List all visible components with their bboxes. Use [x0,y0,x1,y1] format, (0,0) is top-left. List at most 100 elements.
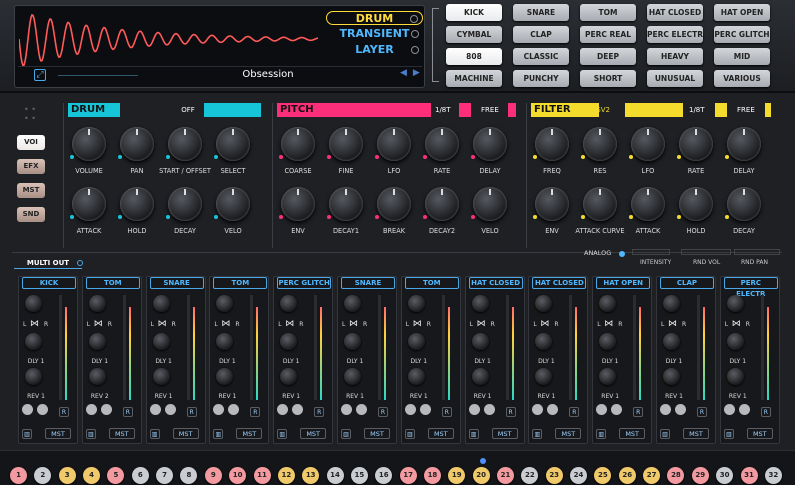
channel-pan-knob[interactable] [535,333,553,350]
mute-button[interactable] [85,404,97,415]
mst-output[interactable]: MST [746,428,773,439]
mute-button[interactable] [213,404,225,415]
mst-output[interactable]: MST [108,428,135,439]
channel-pan-knob[interactable] [663,333,680,350]
channel-pan-knob[interactable] [344,333,361,350]
channel-name[interactable]: HAT CLOSED [532,277,587,289]
pad-15[interactable]: 15 [350,467,368,484]
solo-button[interactable] [100,404,112,415]
meter-icon[interactable]: ▥ [277,429,288,439]
pad-12[interactable]: 12 [277,467,295,484]
mute-button[interactable] [596,404,608,415]
solo-button[interactable] [356,404,367,415]
channel-delay-knob[interactable] [152,368,170,385]
solo-button[interactable] [611,404,623,415]
pad-6[interactable]: 6 [131,467,149,484]
solo-button[interactable] [164,404,176,415]
r-button[interactable]: R [59,407,69,417]
solo-button[interactable] [483,404,495,415]
channel-delay-knob[interactable] [407,368,425,385]
meter-icon[interactable]: ▥ [341,429,351,439]
channel-volume-knob[interactable] [535,295,553,312]
solo-button[interactable] [292,404,304,415]
channel-volume-knob[interactable] [88,295,106,312]
category-classic[interactable]: CLASSIC [513,48,569,65]
mute-button[interactable] [532,404,544,415]
pad-29[interactable]: 29 [691,467,709,484]
sidebar-efx[interactable]: EFX [17,159,45,174]
pad-30[interactable]: 30 [716,467,734,484]
mute-button[interactable] [149,404,161,415]
pad-20[interactable]: 20 [472,467,490,484]
category-808[interactable]: 808 [446,48,502,65]
meter-icon[interactable]: ▥ [596,429,607,439]
channel-delay-knob[interactable] [535,368,553,385]
channel-delay-knob[interactable] [471,368,489,385]
channel-pan-knob[interactable] [88,333,106,350]
wave-scroll[interactable] [58,75,138,76]
channel-pan-knob[interactable] [407,333,425,350]
mute-button[interactable] [404,404,416,415]
channel-delay-knob[interactable] [344,368,361,385]
layer-radio-icon[interactable] [411,30,419,38]
mst-output[interactable]: MST [555,428,582,439]
pad-4[interactable]: 4 [83,467,101,484]
channel-name[interactable]: HAT OPEN [596,277,651,289]
filter-type[interactable]: LPF.SV2 [583,103,623,117]
pad-3[interactable]: 3 [58,467,76,484]
rnd-vol-slider[interactable] [681,249,731,255]
category-kick[interactable]: KICK [446,4,502,21]
pitch-free-toggle[interactable]: FREE [481,103,507,117]
channel-delay-knob[interactable] [25,368,42,385]
channel-pan-knob[interactable] [25,333,42,350]
channel-name[interactable]: TOM [85,277,140,289]
pad-1[interactable]: 1 [10,467,27,484]
expand-icon[interactable]: ⤢ [34,69,46,81]
pad-23[interactable]: 23 [545,467,563,484]
channel-fader[interactable] [441,295,445,400]
r-button[interactable]: R [186,407,197,417]
category-perc-glitch[interactable]: PERC GLITCH [714,26,770,43]
category-tom[interactable]: TOM [580,4,636,21]
mst-output[interactable]: MST [172,428,199,439]
channel-fader[interactable] [505,295,509,400]
channel-name[interactable]: PERC GLITCH [277,277,332,289]
mst-output[interactable]: MST [45,428,71,439]
channel-fader[interactable] [697,295,700,400]
category-various[interactable]: VARIOUS [714,70,770,87]
solo-button[interactable] [419,404,431,415]
channel-volume-knob[interactable] [280,295,298,312]
pad-26[interactable]: 26 [618,467,636,484]
channel-pan-knob[interactable] [726,333,744,350]
channel-volume-knob[interactable] [471,295,489,312]
channel-volume-knob[interactable] [216,295,234,312]
drum-off-toggle[interactable]: OFF [176,103,200,117]
channel-volume-knob[interactable] [599,295,617,312]
meter-icon[interactable]: ▥ [468,429,479,439]
category-perc-electr[interactable]: PERC ELECTR [647,26,703,43]
multi-out-led-icon[interactable] [77,260,83,266]
channel-name[interactable]: TOM [404,277,459,289]
category-hat-closed[interactable]: HAT CLOSED [647,4,703,21]
channel-name[interactable]: KICK [22,277,76,289]
channel-name[interactable]: PERC ELECTR [723,277,778,298]
mute-button[interactable] [341,404,352,415]
analog-led-icon[interactable] [619,251,625,257]
channel-volume-knob[interactable] [344,295,361,312]
channel-fader[interactable] [569,295,573,400]
intensity-slider[interactable] [632,249,670,255]
channel-volume-knob[interactable] [152,295,170,312]
channel-fader[interactable] [122,295,126,400]
channel-delay-knob[interactable] [88,368,106,385]
r-button[interactable]: R [441,407,452,417]
channel-fader[interactable] [378,295,381,400]
pad-10[interactable]: 10 [229,467,247,484]
multi-out-tab[interactable]: MULTI OUT [14,257,82,269]
layer-layer[interactable]: LAYER [326,43,423,57]
channel-volume-knob[interactable] [25,295,42,312]
layer-radio-icon[interactable] [411,46,419,54]
channel-fader[interactable] [250,295,254,400]
meter-icon[interactable]: ▥ [532,429,543,439]
meter-icon[interactable]: ▥ [85,429,96,439]
channel-delay-knob[interactable] [663,368,680,385]
